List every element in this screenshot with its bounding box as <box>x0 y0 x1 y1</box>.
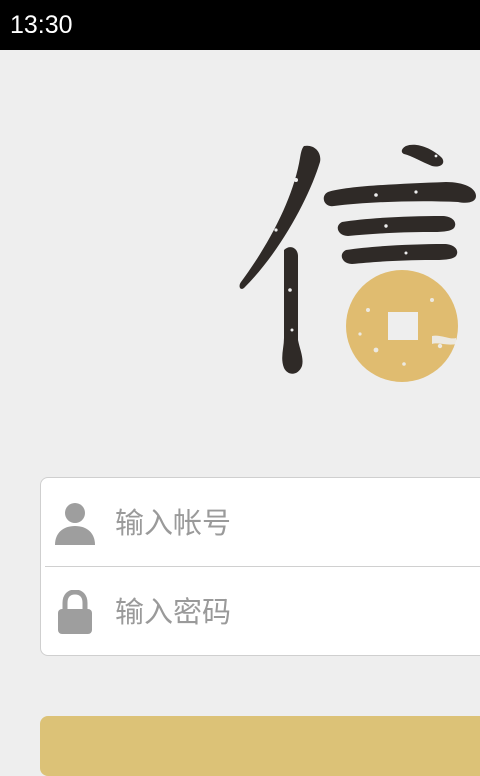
login-form <box>40 477 480 656</box>
status-time: 13:30 <box>10 10 73 39</box>
status-bar: 13:30 <box>0 0 480 50</box>
app-logo <box>236 140 480 385</box>
account-input[interactable] <box>115 497 480 548</box>
account-row <box>41 478 480 567</box>
xin-character-coin-logo-icon <box>239 144 476 382</box>
password-input[interactable] <box>115 586 480 637</box>
user-icon <box>55 502 95 545</box>
lock-icon <box>58 589 92 634</box>
password-row <box>41 567 480 656</box>
login-button[interactable] <box>40 716 480 776</box>
